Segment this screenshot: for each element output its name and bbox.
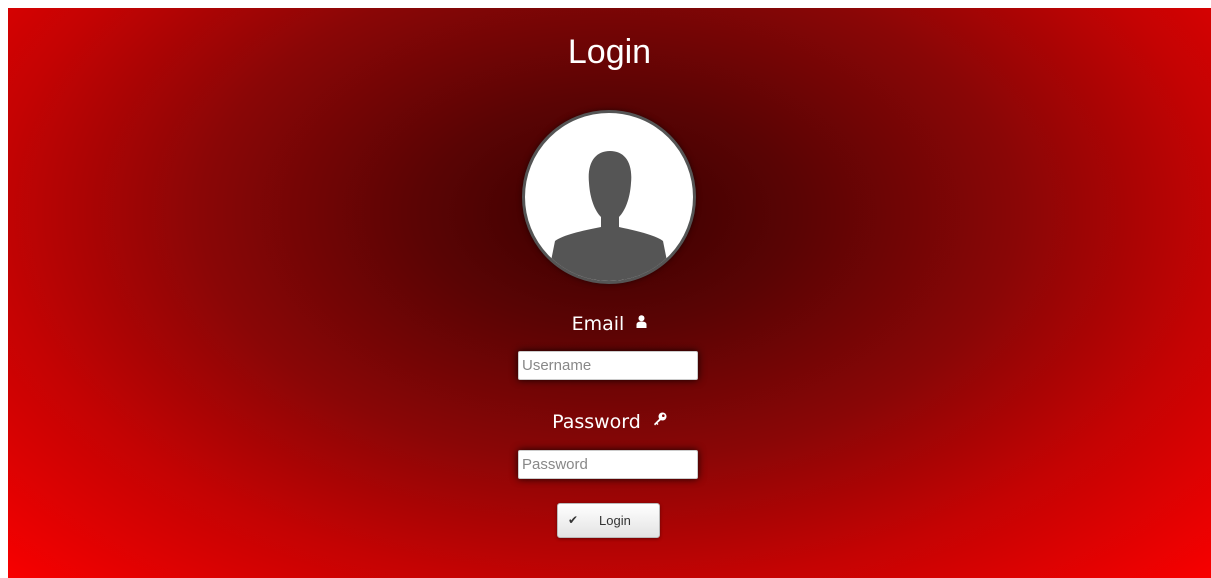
avatar bbox=[522, 110, 696, 284]
login-page: Login Email Password ✔ Login bbox=[8, 8, 1211, 578]
email-field[interactable] bbox=[518, 351, 698, 380]
user-silhouette-icon bbox=[547, 151, 671, 281]
email-label: Email bbox=[8, 312, 1211, 337]
checkmark-icon: ✔ bbox=[568, 513, 579, 527]
key-icon bbox=[653, 408, 667, 432]
page-title: Login bbox=[567, 33, 652, 71]
email-label-text: Email bbox=[571, 313, 625, 335]
user-icon bbox=[636, 310, 647, 334]
password-label: Password bbox=[8, 410, 1211, 435]
password-field[interactable] bbox=[518, 450, 698, 479]
login-button-label: Login bbox=[599, 513, 631, 528]
password-label-text: Password bbox=[552, 411, 641, 433]
login-button[interactable]: ✔ Login bbox=[557, 503, 660, 538]
